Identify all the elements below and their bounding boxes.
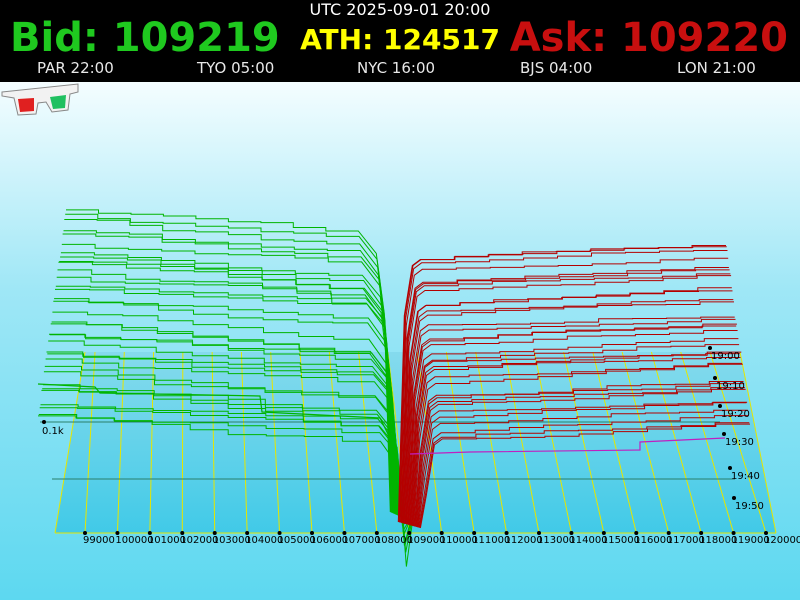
time-tick-label: 19:20 xyxy=(721,409,750,420)
time-tick-marker xyxy=(713,376,717,380)
clock-par: PAR 22:00 xyxy=(37,59,114,77)
time-tick-label: 19:10 xyxy=(716,381,745,392)
time-tick-marker xyxy=(728,466,732,470)
depth-marker xyxy=(42,420,46,424)
time-tick-marker xyxy=(718,404,722,408)
time-tick-label: 19:00 xyxy=(711,351,740,362)
clock-bjs: BJS 04:00 xyxy=(520,59,593,77)
price-tick-label: 99000 xyxy=(83,535,115,546)
price-grid-line xyxy=(181,351,184,534)
time-tick-label: 19:50 xyxy=(735,501,764,512)
price-tick-label: 120000 xyxy=(764,535,800,546)
time-tick-label: 19:30 xyxy=(725,437,754,448)
order-book-depth-chart[interactable]: 99000 10000010100010200010300010400010500… xyxy=(0,82,800,600)
depth-label: 0.1k xyxy=(42,426,64,437)
clock-lon: LON 21:00 xyxy=(677,59,756,77)
clock-nyc: NYC 16:00 xyxy=(357,59,436,77)
3d-glasses-icon[interactable] xyxy=(0,82,80,116)
price-header: UTC 2025-09-01 20:00 Bid: 109219 ATH: 12… xyxy=(0,0,800,82)
time-tick-marker xyxy=(722,432,726,436)
time-tick-marker xyxy=(708,346,712,350)
clock-tyo: TYO 05:00 xyxy=(197,59,275,77)
time-tick-marker xyxy=(732,496,736,500)
depth-chart-area[interactable]: 99000 100000 101000 102000 103000 104000 10500… xyxy=(0,82,800,600)
time-tick-label: 19:40 xyxy=(731,471,760,482)
ask-price: Ask: 109220 xyxy=(509,15,788,61)
